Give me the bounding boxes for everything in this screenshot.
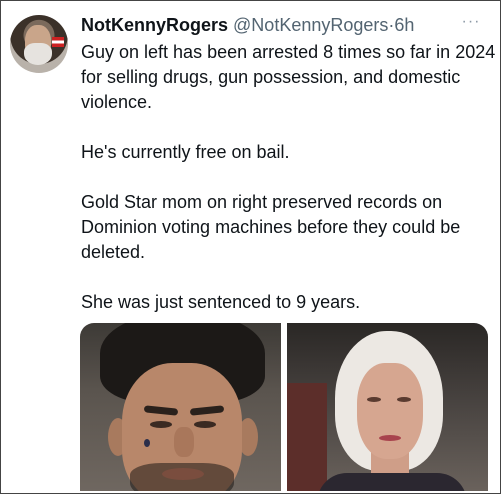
- avatar[interactable]: [10, 15, 68, 73]
- photo-mouth: [162, 468, 204, 480]
- more-options-icon[interactable]: ···: [456, 14, 486, 30]
- user-handle[interactable]: @NotKennyRogers: [233, 15, 388, 35]
- photo-tattoo: [144, 439, 150, 447]
- photo-mouth: [379, 435, 401, 441]
- display-name[interactable]: NotKennyRogers: [81, 15, 228, 35]
- tweet-paragraph: She was just sentenced to 9 years.: [81, 292, 361, 312]
- photo-face: [357, 363, 423, 459]
- tweet: NotKennyRogers @NotKennyRogers·6h ··· Gu…: [1, 1, 500, 493]
- timestamp[interactable]: 6h: [394, 15, 414, 35]
- tweet-paragraph: He's currently free on bail.: [81, 142, 290, 162]
- photo-background: [287, 383, 327, 491]
- photo-nose: [174, 427, 194, 457]
- photo-clothing: [317, 473, 467, 491]
- tweet-paragraph: Gold Star mom on right preserved records…: [81, 192, 461, 262]
- mugshot-photo[interactable]: [80, 323, 281, 491]
- tweet-text: Guy on left has been arrested 8 times so…: [81, 40, 497, 340]
- screenshot-frame: NotKennyRogers @NotKennyRogers·6h ··· Gu…: [0, 0, 501, 494]
- photo-eye: [194, 421, 216, 428]
- photo-eye: [150, 421, 172, 428]
- portrait-photo[interactable]: [287, 323, 488, 491]
- tweet-paragraph: Guy on left has been arrested 8 times so…: [81, 42, 496, 112]
- photo-eye: [367, 397, 381, 402]
- photo-eye: [397, 397, 411, 402]
- tweet-media: [80, 323, 488, 491]
- avatar-beard: [24, 43, 52, 65]
- tweet-header: NotKennyRogers @NotKennyRogers·6h: [81, 13, 488, 37]
- avatar-flag: [52, 37, 64, 47]
